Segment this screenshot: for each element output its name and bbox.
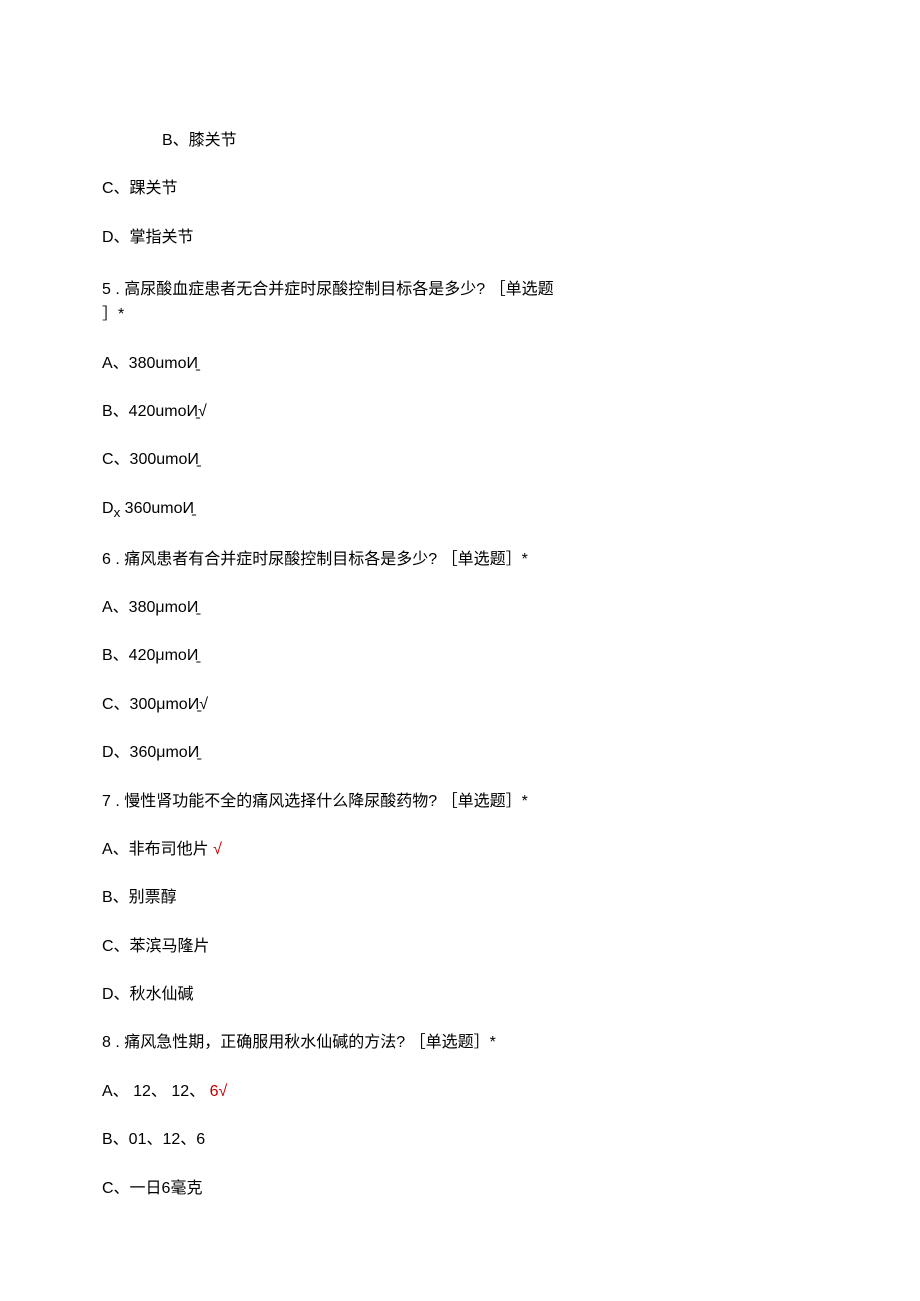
question-7: 7 . 慢性肾功能不全的痛风选择什么降尿酸药物? ［单选题］* <box>102 791 818 813</box>
q7-option-a: A、非布司他片 √ <box>102 839 818 861</box>
question-5-line2: ］* <box>102 304 818 326</box>
q5-option-b: B、420umoИ̱√ <box>102 401 818 423</box>
q5-option-c: C、300umoИ̱ <box>102 449 818 471</box>
q6-option-a: A、380μmoИ̱ <box>102 597 818 619</box>
q6-option-b: B、420μmoИ̱ <box>102 645 818 667</box>
q8-option-c: C、一日6毫克 <box>102 1178 818 1200</box>
question-6: 6 . 痛风患者有合并症时尿酸控制目标各是多少? ［单选题］* <box>102 549 818 571</box>
option-c-ankle: C、踝关节 <box>102 178 818 200</box>
q8-option-a: A、 12、 12、 6√ <box>102 1081 818 1103</box>
q7-a-text: A、非布司他片 <box>102 841 213 858</box>
question-8: 8 . 痛风急性期，正确服用秋水仙碱的方法? ［单选题］* <box>102 1032 818 1054</box>
q6-option-d: D、360μmoИ̱ <box>102 742 818 764</box>
q7-a-checkmark: √ <box>213 841 222 858</box>
q5-option-d: Dx 360umoИ̱ <box>102 498 818 523</box>
q6-option-c: C、300μmoИ̱√ <box>102 694 818 716</box>
q5-d-prefix: D <box>102 500 114 517</box>
q7-option-b: B、别票醇 <box>102 887 818 909</box>
q7-option-c: C、苯滨马隆片 <box>102 936 818 958</box>
q8-a-checkmark: 6√ <box>210 1083 228 1100</box>
q5-d-suffix: 360umoИ̱ <box>120 500 194 517</box>
q7-option-d: D、秋水仙碱 <box>102 984 818 1006</box>
q5-option-a: A、380umoИ̱ <box>102 353 818 375</box>
option-b-knee: B、膝关节 <box>102 130 818 152</box>
q8-a-text: A、 12、 12、 <box>102 1083 210 1100</box>
q8-option-b: B、01、12、6 <box>102 1129 818 1151</box>
question-5-line1: 5 . 高尿酸血症患者无合并症时尿酸控制目标各是多少? ［单选题 <box>102 275 818 299</box>
option-d-mcp: D、掌指关节 <box>102 227 818 249</box>
